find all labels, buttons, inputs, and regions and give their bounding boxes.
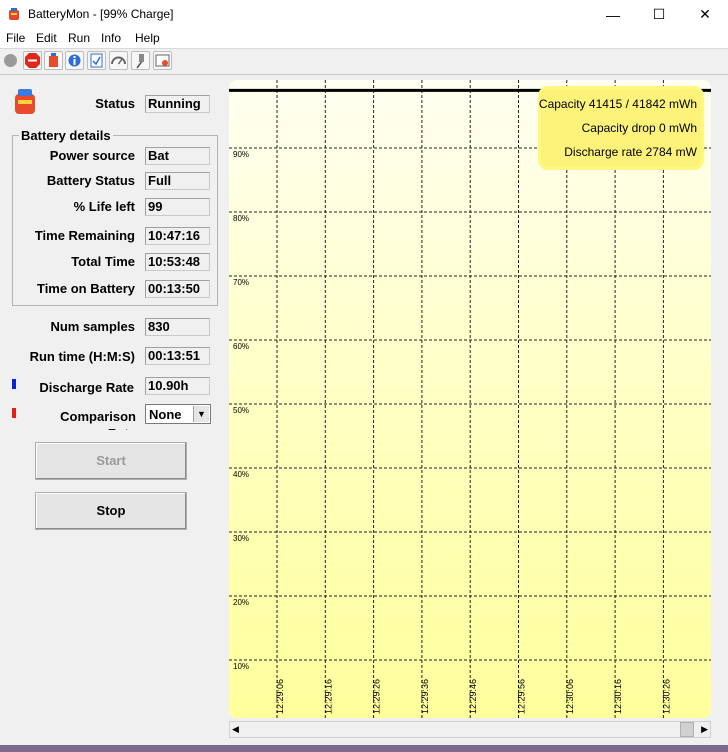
- scroll-right-icon[interactable]: ▶: [701, 724, 708, 735]
- y-tick-label: 70%: [233, 278, 249, 287]
- y-tick-label: 40%: [233, 470, 249, 479]
- gauge-icon: [111, 56, 126, 65]
- chart-svg: 90% 80% 70% 60% 50% 40% 30% 20% 10% 12:29:06 12:29…: [229, 80, 711, 718]
- run-time-value: 00:13:51: [145, 347, 210, 365]
- checklist-button[interactable]: [87, 51, 106, 70]
- comparison-selected-value: None: [149, 407, 182, 422]
- x-tick-label: 12:30:16: [613, 679, 623, 714]
- y-tick-label: 30%: [233, 534, 249, 543]
- pin-icon: [136, 54, 144, 69]
- discharge-rate-value: 10.90h: [145, 377, 210, 395]
- desktop-strip: [0, 745, 728, 752]
- battery-icon: [49, 53, 58, 67]
- life-left-value: 99: [145, 198, 210, 216]
- start-button[interactable]: Start: [35, 442, 187, 480]
- y-tick-label: 90%: [233, 150, 249, 159]
- pin-button[interactable]: [131, 51, 150, 70]
- x-tick-label: 12:29:26: [372, 679, 382, 714]
- discharge-legend-mark: [12, 379, 16, 389]
- time-remaining-value: 10:47:16: [145, 227, 210, 245]
- status-value: Running: [145, 95, 210, 113]
- checklist-icon: [90, 53, 103, 68]
- info-icon: [68, 54, 81, 67]
- total-time-value: 10:53:48: [145, 253, 210, 271]
- y-tick-label: 60%: [233, 342, 249, 351]
- chevron-down-icon[interactable]: ▼: [193, 406, 209, 422]
- status-label: Status: [95, 96, 135, 111]
- x-tick-label: 12:29:56: [517, 679, 527, 714]
- info-button[interactable]: [65, 51, 84, 70]
- time-on-battery-label: Time on Battery: [36, 281, 135, 296]
- stop-button[interactable]: Stop: [35, 492, 187, 530]
- life-left-label: % Life left: [73, 199, 135, 214]
- run-time-label: Run time (H:M:S): [29, 349, 135, 364]
- x-tick-label: 12:29:06: [275, 679, 285, 714]
- capacity-info-box: Capacity 41415 / 41842 mWh Capacity drop…: [538, 86, 704, 170]
- battery-status-value: Full: [145, 172, 210, 190]
- stop-button-tb[interactable]: [23, 51, 42, 70]
- y-tick-label: 50%: [233, 406, 249, 415]
- record-button[interactable]: [1, 51, 20, 70]
- scroll-thumb[interactable]: [680, 722, 694, 737]
- x-tick-label: 12:29:46: [468, 679, 478, 714]
- comparison-select[interactable]: None ▼: [145, 404, 211, 424]
- menu-edit[interactable]: Edit: [36, 31, 57, 45]
- num-samples-value: 830: [145, 318, 210, 336]
- window-title: BatteryMon - [99% Charge]: [28, 7, 174, 21]
- comparison-label-clip: Comparison Rate: [40, 408, 136, 430]
- stop-icon: [25, 53, 40, 68]
- battery-app-icon: [9, 8, 19, 20]
- menu-file[interactable]: File: [6, 31, 25, 45]
- comparison-rate-label: Comparison Rate: [60, 409, 136, 430]
- battery-chart: 90% 80% 70% 60% 50% 40% 30% 20% 10% 12:29:06 12:29…: [229, 80, 711, 718]
- total-time-label: Total Time: [71, 254, 135, 269]
- capacity-text: Capacity 41415 / 41842 mWh: [538, 97, 697, 111]
- settings-icon: [155, 54, 170, 67]
- menu-bar: File Edit Run Info Help: [0, 29, 728, 49]
- chart-horizontal-scrollbar[interactable]: ◀ ▶: [229, 721, 711, 738]
- battery-status-label: Battery Status: [46, 173, 135, 188]
- window-edge: [713, 80, 728, 738]
- x-tick-label: 12:30:26: [661, 679, 671, 714]
- battery-status-icon: [15, 89, 35, 114]
- close-button[interactable]: ✕: [682, 0, 728, 29]
- capacity-drop-text: Capacity drop 0 mWh: [581, 121, 697, 135]
- y-tick-label: 20%: [233, 598, 249, 607]
- y-tick-label: 80%: [233, 214, 249, 223]
- scroll-left-icon[interactable]: ◀: [232, 724, 239, 735]
- settings-button[interactable]: [153, 51, 172, 70]
- menu-run[interactable]: Run: [68, 31, 90, 45]
- gauge-button[interactable]: [109, 51, 128, 70]
- battery-details-title: Battery details: [19, 128, 113, 143]
- y-tick-label: 10%: [233, 662, 249, 671]
- discharge-rate-text: Discharge rate 2784 mW: [564, 145, 697, 159]
- x-tick-label: 12:29:16: [323, 679, 333, 714]
- title-bar: BatteryMon - [99% Charge] — ☐ ✕: [0, 0, 728, 29]
- num-samples-label: Num samples: [50, 319, 135, 334]
- record-icon: [4, 54, 17, 67]
- x-tick-label: 12:30:06: [565, 679, 575, 714]
- time-remaining-label: Time Remaining: [34, 228, 135, 243]
- x-tick-label: 12:29:36: [420, 679, 430, 714]
- time-on-battery-value: 00:13:50: [145, 280, 210, 298]
- maximize-button[interactable]: ☐: [636, 0, 682, 29]
- power-source-value: Bat: [145, 147, 210, 165]
- menu-help[interactable]: Help: [135, 31, 160, 45]
- power-source-label: Power source: [49, 148, 135, 163]
- discharge-rate-label: Discharge Rate: [39, 380, 134, 395]
- toolbar: [0, 49, 728, 75]
- comparison-legend-mark: [12, 408, 16, 418]
- battery-button[interactable]: [44, 51, 63, 70]
- minimize-button[interactable]: —: [590, 0, 636, 29]
- menu-info[interactable]: Info: [101, 31, 121, 45]
